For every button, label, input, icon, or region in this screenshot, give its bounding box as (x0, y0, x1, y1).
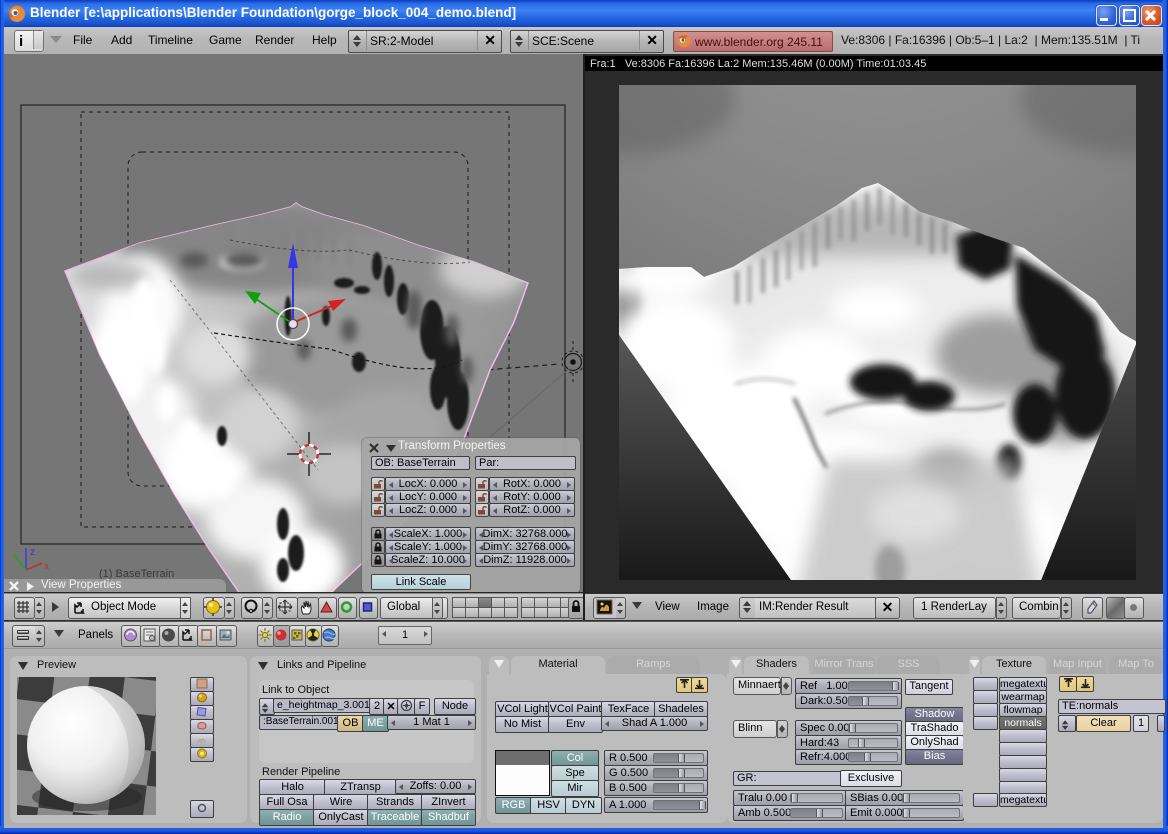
svg-text:z: z (30, 547, 35, 558)
svg-text:Fra:1 Ve:8306 Fa:16396 La:2: Fra:1 Ve:8306 Fa:16396 La:2 Mem:135.46M … (590, 58, 926, 70)
svg-text:x: x (44, 561, 49, 572)
